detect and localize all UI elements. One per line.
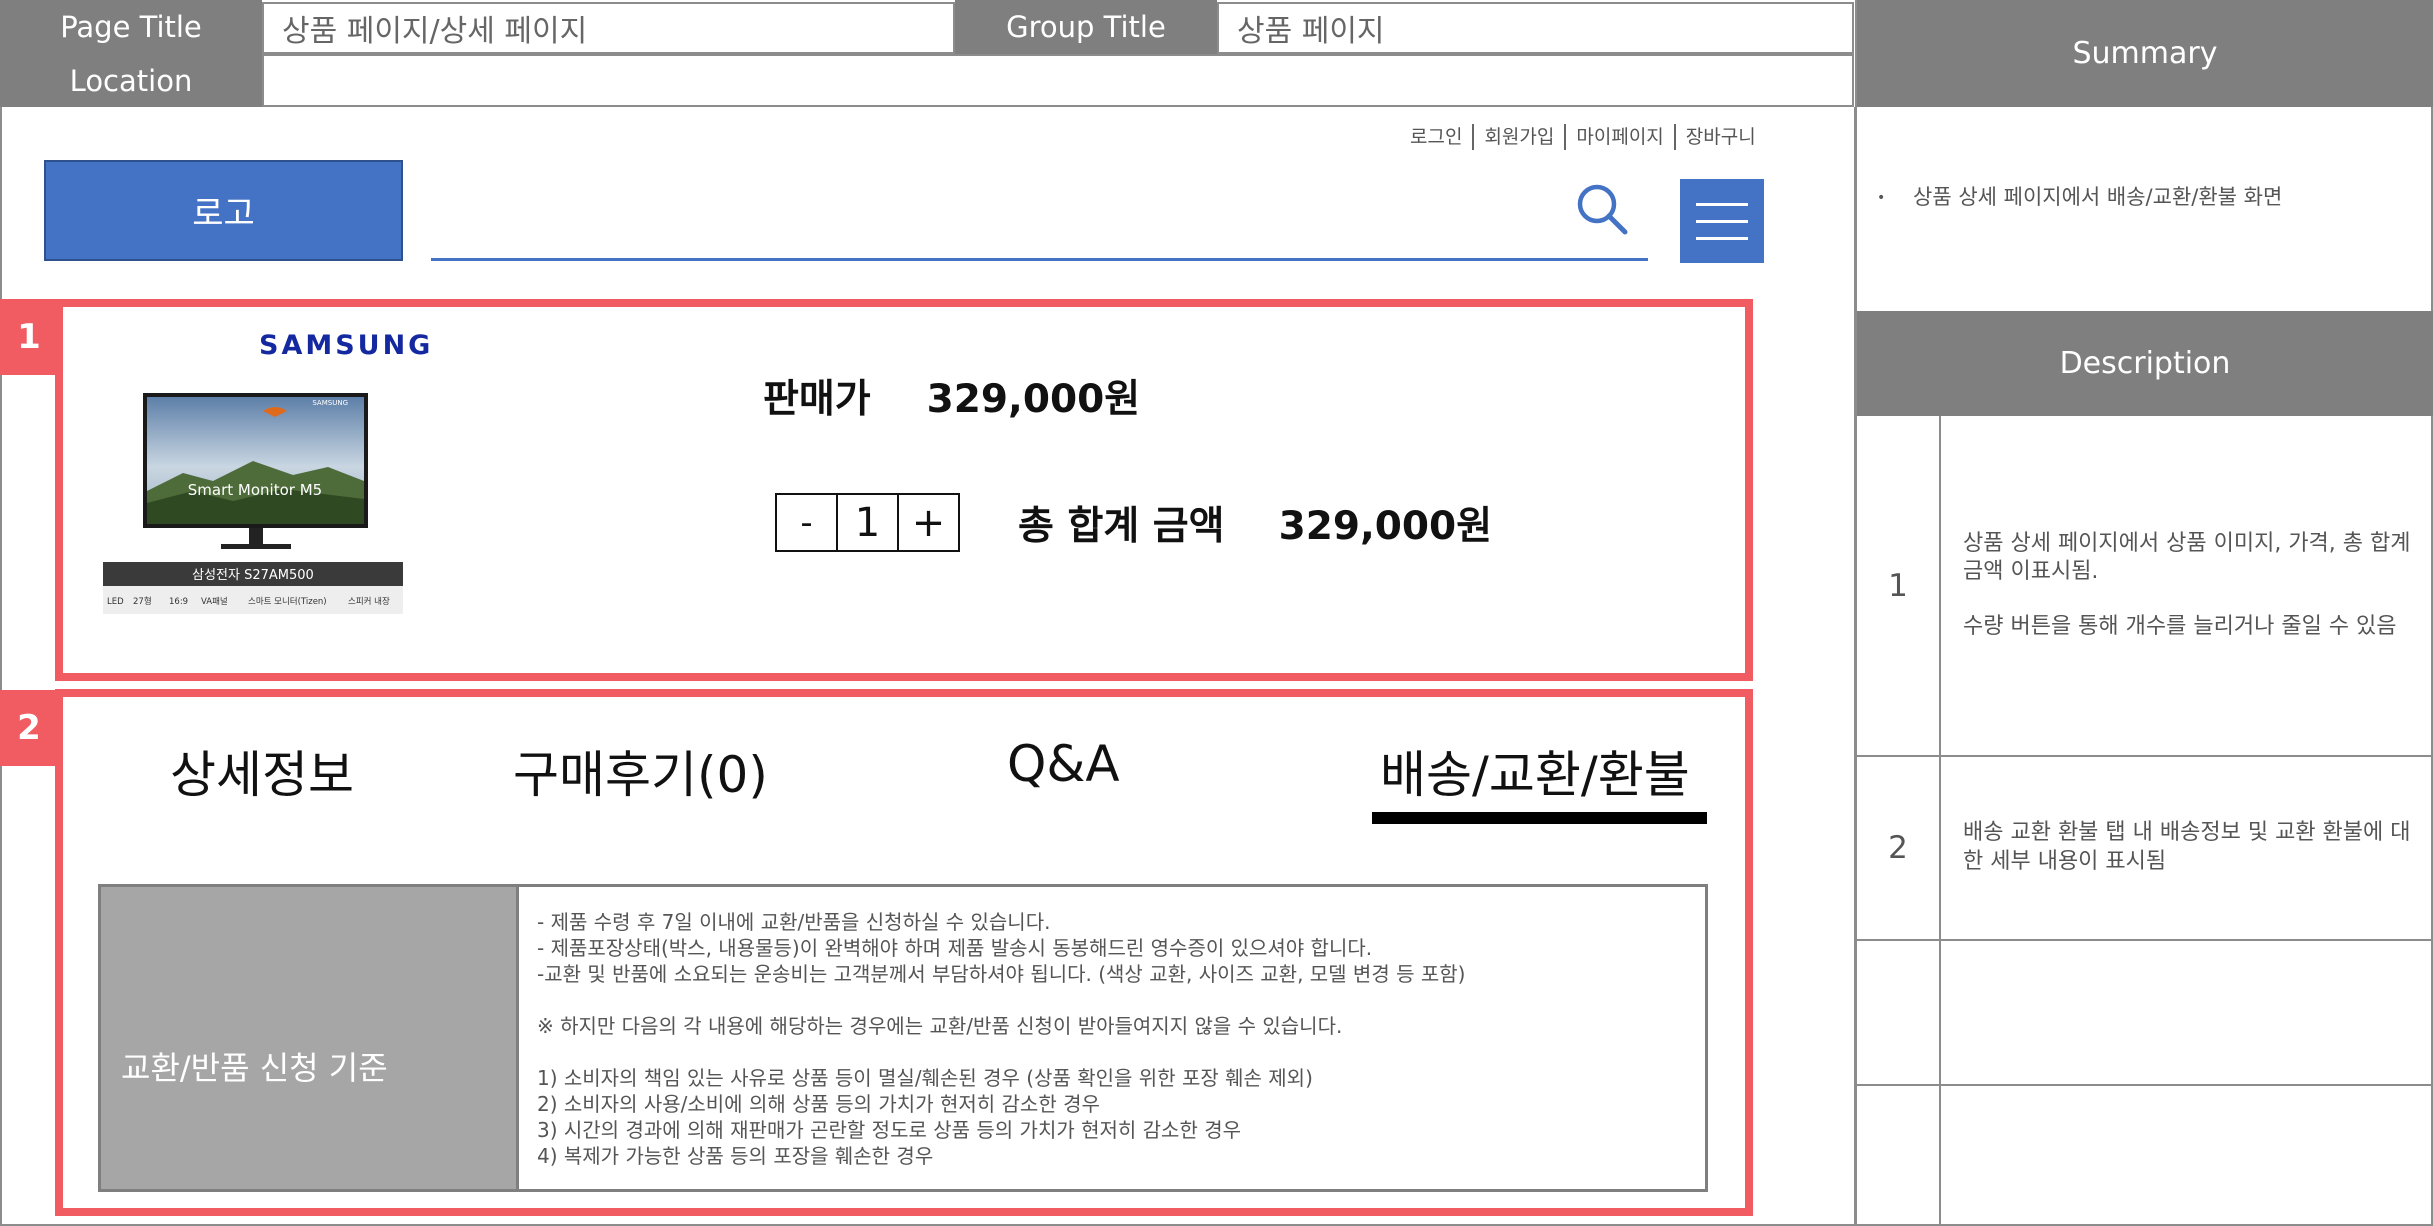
summary-item: 상품 상세 페이지에서 배송/교환/환불 화면 — [1913, 185, 2283, 209]
tab-detail-info[interactable]: 상세정보 — [170, 735, 354, 807]
product-model-label: 삼성전자 S27AM500 — [192, 568, 314, 583]
hamburger-menu-icon[interactable] — [1680, 179, 1764, 263]
description-row-text: 상품 상세 페이지에서 상품 이미지, 가격, 총 합계금액 이표시됨. 수량 … — [1941, 416, 2433, 755]
search-icon[interactable] — [1575, 182, 1629, 236]
menu-bar — [1696, 202, 1748, 206]
description-divider — [1939, 416, 1941, 1226]
policy-spacer — [537, 1039, 1705, 1065]
spec-tag: LED — [107, 597, 124, 607]
description-row-number: 1 — [1888, 567, 1908, 604]
group-title-label: Group Title — [955, 0, 1217, 54]
active-tab-indicator — [1372, 812, 1707, 824]
description-line: 배송 교환 환불 탭 내 배송정보 및 교환 환불에 대한 세부 내용이 표시됨 — [1963, 820, 2411, 874]
tab-shipping-exchange-refund[interactable]: 배송/교환/환불 — [1380, 735, 1690, 807]
policy-line: ※ 하지만 다음의 각 내용에 해당하는 경우에는 교환/반품 신청이 받아들여… — [537, 1014, 1343, 1038]
policy-line: 2) 소비자의 사용/소비에 의해 상품 등의 가치가 현저히 감소한 경우 — [537, 1092, 1100, 1116]
location-label: Location — [0, 54, 262, 107]
description-title: Description — [1857, 311, 2433, 416]
quantity-decrease-button[interactable]: - — [777, 495, 836, 550]
tab-reviews[interactable]: 구매후기(0) — [513, 735, 768, 807]
login-link[interactable]: 로그인 — [1400, 124, 1472, 150]
policy-line: -교환 및 반품에 소요되는 운송비는 고객분께서 부담하셔야 됩니다. (색상… — [537, 962, 1466, 986]
description-line: 상품 상세 페이지에서 상품 이미지, 가격, 총 합계금액 이표시됨. — [1963, 530, 2411, 585]
total-label: 총 합계 금액 — [1018, 504, 1225, 549]
exchange-policy-table: 교환/반품 신청 기준 - 제품 수령 후 7일 이내에 교환/반품을 신청하실… — [98, 884, 1708, 1192]
description-row-number: 2 — [1888, 830, 1908, 866]
policy-label: 교환/반품 신청 기준 — [101, 887, 519, 1189]
description-line: 수량 버튼을 통해 개수를 늘리거나 줄일 수 있음 — [1963, 613, 2397, 639]
description-row — [1857, 941, 2433, 1086]
description-row: 2 배송 교환 환불 탭 내 배송정보 및 교환 환불에 대한 세부 내용이 표… — [1857, 757, 2433, 941]
summary-body: • 상품 상세 페이지에서 배송/교환/환불 화면 — [1857, 107, 2433, 311]
quantity-stepper: - 1 + — [775, 493, 960, 552]
summary-title: Summary — [1857, 0, 2433, 107]
tab-qna[interactable]: Q&A — [1007, 735, 1120, 793]
menu-bar — [1696, 219, 1748, 223]
annotation-tag-2: 2 — [0, 690, 58, 766]
spec-panel: Summary • 상품 상세 페이지에서 배송/교환/환불 화면 Descrip… — [1855, 0, 2433, 1226]
screen-model-text: Smart Monitor M5 — [188, 481, 322, 499]
description-row-number — [1857, 1086, 1939, 1224]
spec-tag: 16:9 — [169, 597, 188, 607]
annotation-tag-1: 1 — [0, 299, 58, 375]
price-value: 329,000원 — [926, 377, 1141, 422]
spec-tag: VA패널 — [201, 596, 228, 607]
total-value: 329,000원 — [1278, 504, 1493, 549]
quantity-increase-button[interactable]: + — [897, 495, 958, 550]
spec-tag: 27형 — [133, 597, 152, 607]
price-row: 판매가 329,000원 — [763, 368, 1140, 424]
brand-logo: SAMSUNG — [259, 330, 434, 361]
description-row-text: 배송 교환 환불 탭 내 배송정보 및 교환 환불에 대한 세부 내용이 표시됨 — [1941, 757, 2433, 939]
quantity-value[interactable]: 1 — [836, 495, 897, 550]
policy-line: 4) 복제가 가능한 상품 등의 포장을 훼손한 경우 — [537, 1144, 934, 1168]
menu-bar — [1696, 236, 1748, 240]
policy-line: - 제품포장상태(박스, 내용물등)이 완벽해야 하며 제품 발송시 동봉해드린… — [537, 936, 1373, 960]
site-logo[interactable]: 로고 — [44, 160, 403, 261]
description-row: 1 상품 상세 페이지에서 상품 이미지, 가격, 총 합계금액 이표시됨. 수… — [1857, 416, 2433, 757]
location-value — [262, 54, 1854, 107]
screen-brand-text: SAMSUNG — [312, 399, 348, 407]
utility-nav: 로그인 회원가입 마이페이지 장바구니 — [1400, 124, 1766, 150]
description-rows: 1 상품 상세 페이지에서 상품 이미지, 가격, 총 합계금액 이표시됨. 수… — [1857, 416, 2433, 1224]
spec-tag: 스피커 내장 — [348, 596, 390, 607]
page-title-label: Page Title — [0, 0, 262, 54]
product-image: SAMSUNG Smart Monitor M5 삼성전자 S27AM500 L… — [103, 393, 403, 614]
description-row — [1857, 1086, 2433, 1224]
signup-link[interactable]: 회원가입 — [1472, 124, 1564, 150]
policy-line: 3) 시간의 경과에 의해 재판매가 곤란할 정도로 상품 등의 가치가 현저히… — [537, 1118, 1242, 1142]
mypage-link[interactable]: 마이페이지 — [1564, 124, 1673, 150]
page-title-value: 상품 페이지/상세 페이지 — [262, 2, 955, 54]
bullet-icon: • — [1877, 190, 1886, 206]
policy-content: - 제품 수령 후 7일 이내에 교환/반품을 신청하실 수 있습니다. - 제… — [519, 887, 1705, 1189]
policy-line: 1) 소비자의 책임 있는 사유로 상품 등이 멸실/훼손된 경우 (상품 확인… — [537, 1066, 1313, 1090]
policy-spacer — [537, 987, 1705, 1013]
search-input[interactable] — [431, 258, 1648, 261]
spec-tag: 스마트 모니터(Tizen) — [248, 596, 327, 607]
policy-line: - 제품 수령 후 7일 이내에 교환/반품을 신청하실 수 있습니다. — [537, 910, 1051, 934]
cart-link[interactable]: 장바구니 — [1673, 124, 1766, 150]
total-row: 총 합계 금액 329,000원 — [1018, 495, 1492, 551]
description-row-number — [1857, 941, 1939, 1084]
group-title-value: 상품 페이지 — [1217, 2, 1854, 54]
price-label: 판매가 — [763, 377, 871, 422]
